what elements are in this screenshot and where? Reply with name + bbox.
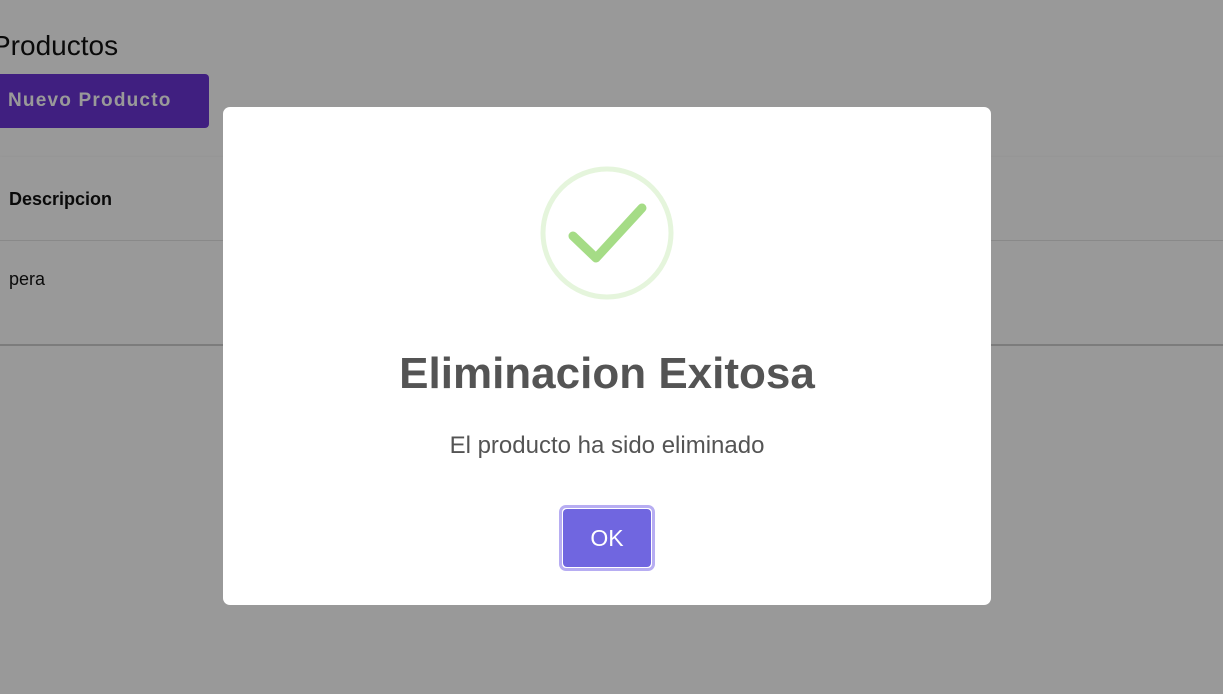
- success-check-icon: [540, 166, 674, 300]
- success-dialog: Eliminacion Exitosa El producto ha sido …: [223, 107, 991, 605]
- dialog-title: Eliminacion Exitosa: [399, 349, 815, 398]
- dialog-message: El producto ha sido eliminado: [449, 432, 765, 459]
- ok-button[interactable]: OK: [563, 509, 651, 567]
